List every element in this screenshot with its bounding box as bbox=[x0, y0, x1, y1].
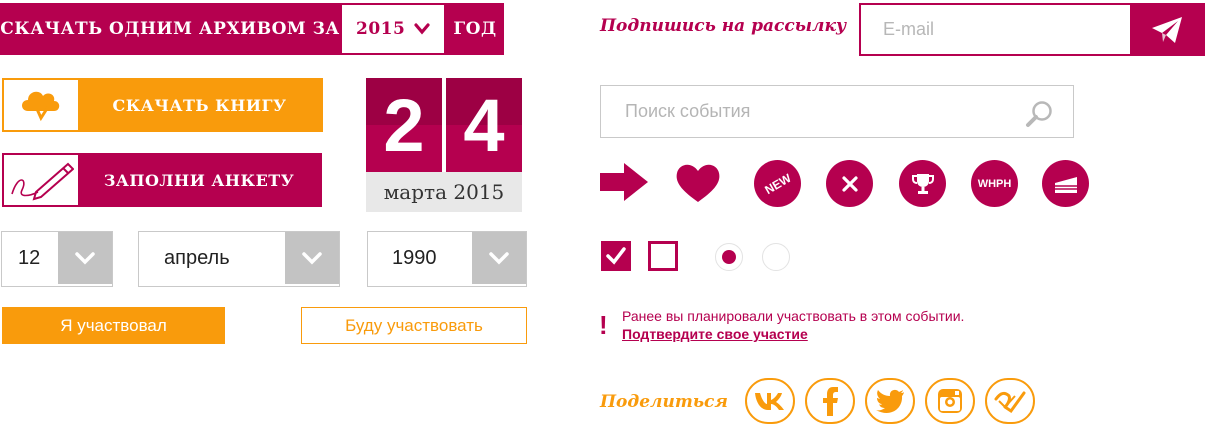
date-day-digit-1: 2 bbox=[366, 78, 442, 172]
instagram-icon bbox=[938, 389, 962, 413]
cloud-download-icon bbox=[22, 91, 60, 122]
month-select[interactable]: апрель bbox=[138, 231, 340, 287]
archive-year-suffix: ГОД bbox=[446, 3, 504, 55]
vk-icon bbox=[755, 393, 784, 410]
vk-share-button[interactable] bbox=[745, 378, 795, 424]
checkbox-checked[interactable] bbox=[601, 241, 631, 271]
subscribe-send-button[interactable] bbox=[1130, 5, 1203, 54]
year-select[interactable]: 1990 bbox=[367, 231, 527, 287]
instagram-share-button[interactable] bbox=[925, 378, 975, 424]
facebook-icon bbox=[823, 387, 838, 416]
will-participate-button[interactable]: Буду участвовать bbox=[301, 307, 527, 344]
archive-year-value: 2015 bbox=[356, 19, 406, 39]
notice-text: Ранее вы планировали участвовать в этом … bbox=[622, 308, 965, 324]
year-select-value: 1990 bbox=[392, 246, 437, 269]
paper-plane-icon bbox=[1151, 16, 1182, 43]
radio-dot bbox=[722, 250, 736, 264]
chevron-down-icon bbox=[75, 252, 95, 265]
archive-download-button[interactable]: СКАЧАТЬ ОДНИМ АРХИВОМ ЗА bbox=[0, 3, 340, 55]
chevron-down-icon bbox=[302, 252, 322, 265]
day-select[interactable]: 12 bbox=[1, 231, 113, 287]
chevron-down-icon bbox=[414, 23, 430, 35]
date-digit-2-text: 4 bbox=[463, 83, 505, 167]
month-select-arrow[interactable] bbox=[285, 232, 339, 284]
download-book-icon-box bbox=[4, 80, 78, 130]
day-select-arrow[interactable] bbox=[58, 232, 112, 284]
participated-button[interactable]: Я участвовал bbox=[2, 307, 225, 344]
share-label: Поделиться bbox=[600, 392, 728, 412]
trophy-glyph bbox=[911, 173, 934, 194]
date-month-year: марта 2015 bbox=[366, 172, 522, 212]
download-book-label: СКАЧАТЬ КНИГУ bbox=[78, 80, 321, 130]
day-select-value: 12 bbox=[18, 246, 41, 269]
new-badge-icon: NEW bbox=[754, 160, 801, 207]
search-placeholder: Поиск события bbox=[625, 101, 751, 121]
whph-badge-label: WHPH bbox=[977, 177, 1012, 190]
email-field[interactable]: E-mail bbox=[859, 3, 1205, 56]
odnoklassniki-icon bbox=[994, 391, 1026, 414]
fill-form-icon-box bbox=[4, 155, 78, 205]
close-cross-glyph bbox=[841, 175, 858, 192]
trophy-icon bbox=[899, 160, 946, 207]
fill-form-label: ЗАПОЛНИ АНКЕТУ bbox=[78, 155, 320, 205]
date-day-digit-2: 4 bbox=[446, 78, 522, 172]
odnoklassniki-share-button[interactable] bbox=[985, 378, 1035, 424]
twitter-icon bbox=[876, 389, 904, 414]
fill-form-button[interactable]: ЗАПОЛНИ АНКЕТУ bbox=[2, 153, 322, 207]
confirm-participation-link[interactable]: Подтвердите свое участие bbox=[622, 326, 808, 342]
checkbox-unchecked[interactable] bbox=[648, 241, 678, 271]
pencil-icon bbox=[11, 162, 74, 201]
date-digit-1-text: 2 bbox=[383, 83, 425, 167]
radio-unselected[interactable] bbox=[762, 243, 790, 271]
radio-selected[interactable] bbox=[715, 243, 743, 271]
cake-glyph bbox=[1054, 176, 1077, 193]
subscribe-label: Подпишись на рассылку bbox=[600, 16, 847, 36]
close-icon[interactable] bbox=[826, 160, 873, 207]
new-badge-label: NEW bbox=[761, 170, 794, 197]
year-select-arrow[interactable] bbox=[472, 232, 526, 284]
heart-icon bbox=[676, 164, 720, 202]
archive-download-bar: СКАЧАТЬ ОДНИМ АРХИВОМ ЗА 2015 ГОД bbox=[0, 3, 504, 55]
arrow-right-icon bbox=[600, 163, 648, 201]
chevron-down-icon bbox=[489, 252, 509, 265]
notice-exclamation-icon: ! bbox=[599, 310, 608, 340]
event-date-widget: 2 4 марта 2015 bbox=[366, 78, 522, 212]
month-select-value: апрель bbox=[164, 246, 230, 269]
download-book-button[interactable]: СКАЧАТЬ КНИГУ bbox=[2, 78, 323, 132]
whph-badge-icon: WHPH bbox=[971, 160, 1018, 207]
facebook-share-button[interactable] bbox=[805, 378, 855, 424]
email-placeholder: E-mail bbox=[883, 19, 935, 39]
magnifier-icon[interactable] bbox=[1025, 99, 1055, 129]
event-search-input[interactable]: Поиск события bbox=[600, 85, 1074, 138]
cake-icon bbox=[1042, 160, 1089, 207]
checkmark-icon bbox=[606, 247, 626, 265]
twitter-share-button[interactable] bbox=[865, 378, 915, 424]
archive-year-select[interactable]: 2015 bbox=[340, 3, 446, 55]
